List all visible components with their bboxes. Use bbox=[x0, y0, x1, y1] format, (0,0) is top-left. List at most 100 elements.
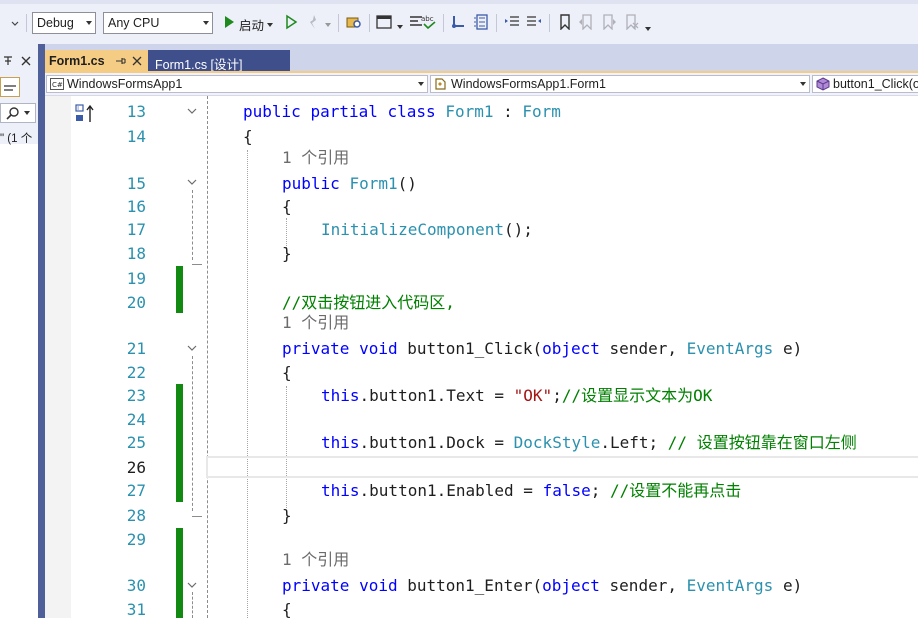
line-number: 30 bbox=[126, 576, 146, 595]
code-line[interactable]: private void button1_Enter(object sender… bbox=[282, 576, 802, 596]
tab-form1-cs[interactable]: Form1.cs bbox=[45, 50, 148, 72]
code-token: ; bbox=[552, 386, 562, 405]
code-token: .button1.Dock = bbox=[359, 433, 514, 452]
configuration-dropdown[interactable]: Debug bbox=[32, 12, 96, 34]
code-token: (); bbox=[504, 220, 533, 239]
code-token: this bbox=[321, 433, 360, 452]
code-line[interactable]: } bbox=[282, 506, 292, 526]
start-debug-button[interactable]: 启动 bbox=[239, 15, 264, 34]
member-dropdown[interactable]: button1_Click(o bbox=[812, 75, 918, 93]
outline-end bbox=[192, 516, 202, 517]
configuration-value: Debug bbox=[37, 16, 74, 30]
code-line[interactable]: this.button1.Dock = DockStyle.Left; // 设… bbox=[321, 433, 857, 453]
indent-icon[interactable] bbox=[504, 14, 520, 30]
pin-icon[interactable] bbox=[2, 54, 14, 68]
outdent-icon[interactable] bbox=[526, 14, 542, 30]
code-token: void bbox=[359, 339, 398, 358]
code-lens-references[interactable]: 1 个引用 bbox=[282, 550, 349, 570]
code-token: { bbox=[243, 127, 253, 146]
code-token: //双击按钮进入代码区, bbox=[282, 293, 455, 312]
pin-tab-icon[interactable] bbox=[115, 55, 127, 67]
toolbar-overflow-chevron-icon[interactable] bbox=[8, 14, 22, 32]
spellcheck-icon[interactable]: abc bbox=[421, 14, 437, 30]
clear-bookmarks-icon[interactable] bbox=[623, 14, 639, 31]
toolbar-options-chevron-icon[interactable] bbox=[644, 22, 652, 31]
code-line[interactable]: this.button1.Enabled = false; //设置不能再点击 bbox=[321, 481, 741, 501]
code-token: //设置显示文本为OK bbox=[561, 386, 713, 405]
chevron-down-icon bbox=[800, 82, 806, 86]
code-token: { bbox=[282, 363, 292, 382]
chevron-down-icon bbox=[86, 21, 92, 25]
change-marker bbox=[176, 528, 183, 618]
project-dropdown[interactable]: C# WindowsFormsApp1 bbox=[46, 75, 428, 93]
outline-line bbox=[192, 592, 193, 618]
line-number: 25 bbox=[126, 433, 146, 452]
indent-guide bbox=[247, 150, 248, 618]
collapse-chevron-icon[interactable] bbox=[187, 105, 197, 115]
navigation-bar: C# WindowsFormsApp1 WindowsFormsApp1.For… bbox=[45, 73, 918, 96]
code-line[interactable]: { bbox=[282, 363, 292, 383]
code-line[interactable]: public partial class Form1 : Form bbox=[243, 102, 561, 122]
code-line[interactable]: } bbox=[282, 244, 292, 264]
hot-reload-chevron-icon[interactable] bbox=[324, 18, 332, 27]
code-line[interactable]: InitializeComponent(); bbox=[321, 220, 533, 240]
line-number: 28 bbox=[126, 506, 146, 525]
change-marker bbox=[176, 266, 183, 313]
search-result-text[interactable]: " (1 个 bbox=[0, 130, 32, 146]
code-line[interactable]: //双击按钮进入代码区, bbox=[282, 293, 455, 313]
close-tab-icon[interactable] bbox=[131, 55, 143, 67]
layout-chevron-icon[interactable] bbox=[396, 20, 404, 29]
sync-button[interactable] bbox=[0, 77, 20, 97]
start-icon[interactable] bbox=[221, 14, 237, 30]
code-line[interactable]: this.button1.Text = "OK";//设置显示文本为OK bbox=[321, 386, 712, 406]
code-token: .button1.Text = bbox=[359, 386, 514, 405]
code-token: class bbox=[387, 102, 436, 121]
code-token: sender, bbox=[599, 339, 687, 358]
code-token: button1_Click( bbox=[397, 339, 543, 358]
line-number: 16 bbox=[126, 197, 146, 216]
tab-form1-cs-design[interactable]: Form1.cs [设计] bbox=[148, 50, 290, 72]
next-bookmark-icon[interactable] bbox=[601, 14, 617, 31]
previous-bookmark-icon[interactable] bbox=[578, 14, 594, 31]
code-token: public bbox=[243, 102, 301, 121]
code-token: "OK" bbox=[513, 386, 553, 405]
layout-icon[interactable] bbox=[376, 14, 392, 30]
collapse-chevron-icon[interactable] bbox=[187, 342, 197, 352]
current-line-highlight bbox=[206, 456, 918, 478]
line-number: 19 bbox=[126, 269, 146, 288]
code-lens-references[interactable]: 1 个引用 bbox=[282, 313, 349, 333]
start-without-debug-icon[interactable] bbox=[283, 14, 299, 30]
code-token: DockStyle bbox=[513, 433, 601, 452]
code-token: object bbox=[542, 576, 600, 595]
code-line[interactable]: { bbox=[282, 600, 292, 620]
code-line[interactable]: { bbox=[282, 197, 292, 217]
bookmark-icon[interactable] bbox=[557, 14, 573, 31]
hot-reload-icon[interactable] bbox=[306, 14, 322, 30]
code-token: Form bbox=[522, 102, 561, 121]
collapse-chevron-icon[interactable] bbox=[187, 176, 197, 186]
code-line[interactable]: { bbox=[243, 127, 253, 147]
browse-icon[interactable] bbox=[346, 14, 362, 30]
line-number: 29 bbox=[126, 530, 146, 549]
code-lens-navigate-icon[interactable]: I bbox=[75, 104, 97, 124]
collapse-chevron-icon[interactable] bbox=[187, 579, 197, 589]
code-lens-references[interactable]: 1 个引用 bbox=[282, 148, 349, 168]
code-line[interactable]: private void button1_Click(object sender… bbox=[282, 339, 802, 359]
platform-dropdown[interactable]: Any CPU bbox=[103, 12, 213, 34]
panel-splitter[interactable] bbox=[38, 44, 45, 618]
start-dropdown-chevron-icon[interactable] bbox=[266, 18, 274, 27]
close-icon[interactable] bbox=[19, 54, 33, 68]
document-outline-icon[interactable] bbox=[473, 14, 489, 30]
code-token: partial bbox=[310, 102, 378, 121]
code-line[interactable]: public Form1() bbox=[282, 174, 417, 194]
class-dropdown[interactable]: WindowsFormsApp1.Form1 bbox=[430, 75, 810, 93]
toolbar-separator bbox=[443, 14, 444, 32]
code-token: private bbox=[282, 339, 350, 358]
search-box[interactable] bbox=[0, 103, 36, 123]
line-number: 14 bbox=[126, 127, 146, 146]
line-number: 27 bbox=[126, 481, 146, 500]
step-icon[interactable] bbox=[451, 14, 467, 30]
